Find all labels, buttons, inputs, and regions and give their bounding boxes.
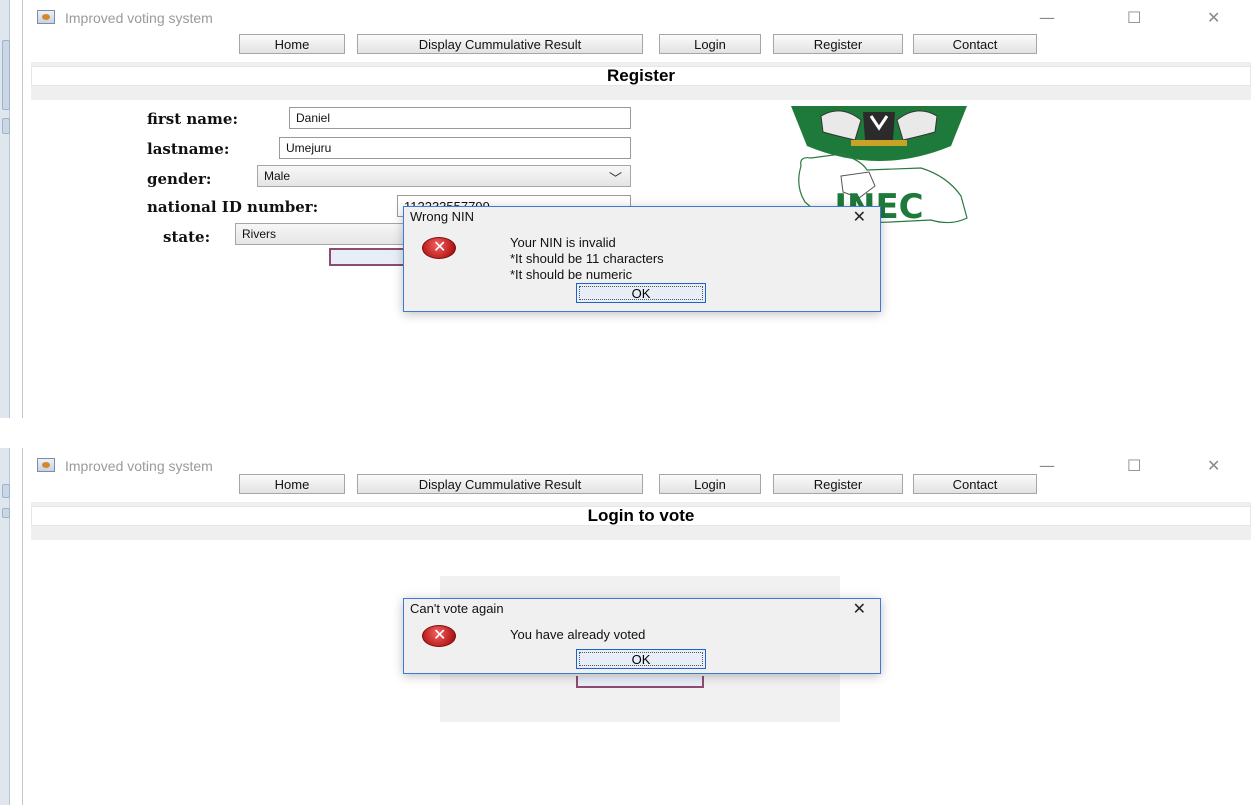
gender-label: gender: bbox=[147, 170, 212, 188]
nin-label: national ID number: bbox=[147, 198, 319, 216]
desktop-edge bbox=[0, 448, 10, 805]
minimize-button[interactable]: — bbox=[1039, 456, 1055, 475]
submit-register-button[interactable] bbox=[329, 248, 405, 266]
error-icon: ✕ bbox=[422, 625, 456, 647]
state-value: Rivers bbox=[242, 227, 277, 241]
ok-button[interactable]: OK bbox=[576, 649, 706, 669]
desktop-scroll-knob bbox=[2, 40, 10, 110]
first-name-label: first name: bbox=[147, 110, 238, 128]
ok-button[interactable]: OK bbox=[576, 283, 706, 303]
desktop-tab bbox=[2, 118, 10, 134]
dialog-title: Wrong NIN bbox=[410, 209, 475, 224]
heading-band: Login to vote bbox=[31, 502, 1251, 540]
first-name-field[interactable]: Daniel bbox=[289, 107, 631, 129]
maximize-button[interactable]: ☐ bbox=[1127, 8, 1141, 27]
window-title: Improved voting system bbox=[65, 458, 213, 474]
register-screenshot: Improved voting system — ☐ ✕ Home Displa… bbox=[0, 0, 1252, 418]
desktop-edge bbox=[0, 0, 10, 418]
home-button[interactable]: Home bbox=[239, 34, 345, 54]
lastname-field[interactable]: Umejuru bbox=[279, 137, 631, 159]
dialog-title: Can't vote again bbox=[410, 601, 504, 616]
login-screenshot: Improved voting system — ☐ ✕ Home Displa… bbox=[0, 448, 1252, 805]
contact-button[interactable]: Contact bbox=[913, 474, 1037, 494]
menu-bar: Home Display Cummulative Result Login Re… bbox=[23, 34, 1252, 56]
contact-button[interactable]: Contact bbox=[913, 34, 1037, 54]
home-button[interactable]: Home bbox=[239, 474, 345, 494]
window-title: Improved voting system bbox=[65, 10, 213, 26]
login-button[interactable]: Login bbox=[659, 34, 761, 54]
minimize-button[interactable]: — bbox=[1039, 8, 1055, 27]
chevron-down-icon: ﹀ bbox=[608, 171, 622, 186]
app-window: Improved voting system — ☐ ✕ Home Displa… bbox=[22, 448, 1252, 805]
desktop-tab bbox=[2, 484, 10, 498]
java-app-icon bbox=[37, 10, 55, 24]
focus-ring bbox=[579, 652, 703, 666]
close-button[interactable]: ✕ bbox=[1207, 8, 1220, 27]
app-window: Improved voting system — ☐ ✕ Home Displa… bbox=[22, 0, 1252, 418]
cumulative-result-button[interactable]: Display Cummulative Result bbox=[357, 474, 643, 494]
cumulative-result-button[interactable]: Display Cummulative Result bbox=[357, 34, 643, 54]
dialog-message: Your NIN is invalid *It should be 11 cha… bbox=[510, 235, 664, 283]
menu-bar: Home Display Cummulative Result Login Re… bbox=[23, 474, 1252, 496]
register-button[interactable]: Register bbox=[773, 474, 903, 494]
page-title: Register bbox=[31, 66, 1251, 86]
dialog-message: You have already voted bbox=[510, 627, 646, 642]
dialog-line-2: *It should be 11 characters bbox=[510, 251, 664, 266]
page-title: Login to vote bbox=[31, 506, 1251, 526]
desktop-tab bbox=[2, 508, 10, 518]
close-button[interactable]: ✕ bbox=[1207, 456, 1220, 475]
heading-band: Register bbox=[31, 62, 1251, 100]
cant-vote-dialog: Can't vote again ✕ ✕ You have already vo… bbox=[403, 598, 881, 674]
wrong-nin-dialog: Wrong NIN ✕ ✕ Your NIN is invalid *It sh… bbox=[403, 206, 881, 312]
dialog-close-icon[interactable]: ✕ bbox=[853, 207, 866, 226]
dialog-line-3: *It should be numeric bbox=[510, 267, 633, 282]
title-bar: Improved voting system — ☐ ✕ bbox=[23, 0, 1252, 30]
error-icon: ✕ bbox=[422, 237, 456, 259]
login-button[interactable]: Login bbox=[659, 474, 761, 494]
dialog-line-1: Your NIN is invalid bbox=[510, 235, 616, 250]
register-button[interactable]: Register bbox=[773, 34, 903, 54]
focus-ring bbox=[579, 286, 703, 300]
maximize-button[interactable]: ☐ bbox=[1127, 456, 1141, 475]
gender-value: Male bbox=[264, 169, 291, 183]
dialog-close-icon[interactable]: ✕ bbox=[853, 599, 866, 618]
lastname-label: lastname: bbox=[147, 140, 230, 158]
gender-select[interactable]: Male ﹀ bbox=[257, 165, 631, 187]
java-app-icon bbox=[37, 458, 55, 472]
state-label: state: bbox=[163, 228, 211, 246]
login-submit-button[interactable] bbox=[576, 676, 704, 688]
